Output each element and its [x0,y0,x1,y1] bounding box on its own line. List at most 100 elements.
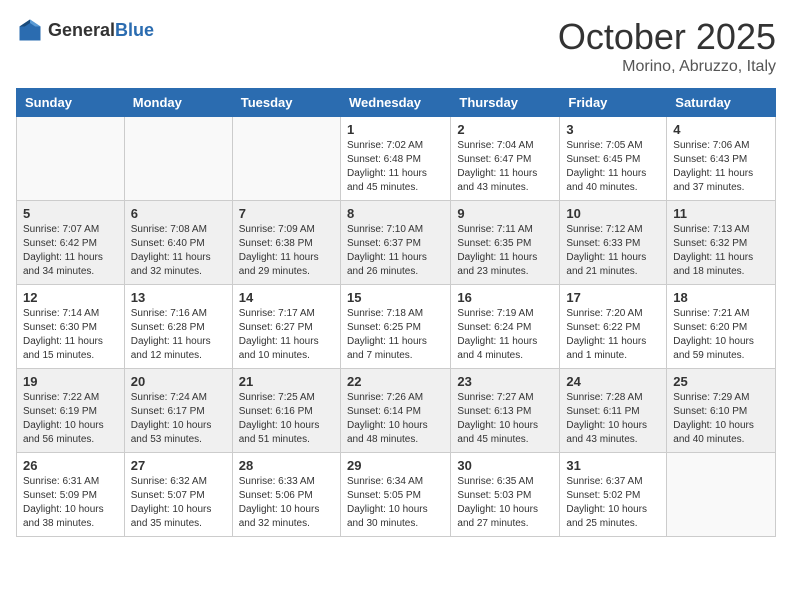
calendar-cell: 22 Sunrise: 7:26 AM Sunset: 6:14 PM Dayli… [340,369,450,453]
day-number: 22 [347,374,444,389]
calendar-cell: 4 Sunrise: 7:06 AM Sunset: 6:43 PM Daylig… [667,117,776,201]
calendar-cell: 7 Sunrise: 7:09 AM Sunset: 6:38 PM Daylig… [232,201,340,285]
day-number: 20 [131,374,226,389]
day-info: Sunrise: 6:31 AM Sunset: 5:09 PM Dayligh… [23,475,118,531]
day-info: Sunrise: 6:32 AM Sunset: 5:07 PM Dayligh… [131,475,226,531]
day-number: 10 [566,206,660,221]
day-info: Sunrise: 7:19 AM Sunset: 6:24 PM Dayligh… [457,307,553,363]
weekday-header: Tuesday [232,89,340,117]
calendar-cell: 19Sunrise: 7:22 AM Sunset: 6:19 PM Dayli… [17,369,125,453]
calendar-cell: 13Sunrise: 7:16 AM Sunset: 6:28 PM Dayli… [124,285,232,369]
weekday-header: Wednesday [340,89,450,117]
day-info: Sunrise: 7:20 AM Sunset: 6:22 PM Dayligh… [566,307,660,363]
calendar-cell: 28 Sunrise: 6:33 AM Sunset: 5:06 PM Dayli… [232,453,340,537]
calendar-cell: 29Sunrise: 6:34 AM Sunset: 5:05 PM Dayli… [340,453,450,537]
calendar-week-row: 5 Sunrise: 7:07 AM Sunset: 6:42 PM Daylig… [17,201,776,285]
day-info: Sunrise: 7:22 AM Sunset: 6:19 PM Dayligh… [23,391,118,447]
day-info: Sunrise: 6:37 AM Sunset: 5:02 PM Dayligh… [566,475,660,531]
calendar-cell: 2 Sunrise: 7:04 AM Sunset: 6:47 PM Daylig… [451,117,560,201]
weekday-header: Monday [124,89,232,117]
day-number: 17 [566,290,660,305]
day-number: 2 [457,122,553,137]
day-number: 31 [566,458,660,473]
calendar-week-row: 19Sunrise: 7:22 AM Sunset: 6:19 PM Dayli… [17,369,776,453]
calendar-cell: 3Sunrise: 7:05 AM Sunset: 6:45 PM Daylig… [560,117,667,201]
calendar-cell: 30 Sunrise: 6:35 AM Sunset: 5:03 PM Dayli… [451,453,560,537]
calendar-cell: 1 Sunrise: 7:02 AM Sunset: 6:48 PM Daylig… [340,117,450,201]
day-number: 4 [673,122,769,137]
day-number: 27 [131,458,226,473]
day-number: 18 [673,290,769,305]
day-number: 6 [131,206,226,221]
day-info: Sunrise: 7:04 AM Sunset: 6:47 PM Dayligh… [457,139,553,195]
day-info: Sunrise: 7:05 AM Sunset: 6:45 PM Dayligh… [566,139,660,195]
calendar-cell: 14Sunrise: 7:17 AM Sunset: 6:27 PM Dayli… [232,285,340,369]
day-info: Sunrise: 7:09 AM Sunset: 6:38 PM Dayligh… [239,223,334,279]
day-info: Sunrise: 7:24 AM Sunset: 6:17 PM Dayligh… [131,391,226,447]
day-number: 24 [566,374,660,389]
calendar-cell: 25 Sunrise: 7:29 AM Sunset: 6:10 PM Dayli… [667,369,776,453]
day-info: Sunrise: 7:17 AM Sunset: 6:27 PM Dayligh… [239,307,334,363]
weekday-header: Saturday [667,89,776,117]
day-info: Sunrise: 6:35 AM Sunset: 5:03 PM Dayligh… [457,475,553,531]
calendar-week-row: 26Sunrise: 6:31 AM Sunset: 5:09 PM Dayli… [17,453,776,537]
calendar-cell: 5 Sunrise: 7:07 AM Sunset: 6:42 PM Daylig… [17,201,125,285]
day-info: Sunrise: 7:08 AM Sunset: 6:40 PM Dayligh… [131,223,226,279]
calendar-cell [124,117,232,201]
day-info: Sunrise: 6:33 AM Sunset: 5:06 PM Dayligh… [239,475,334,531]
title-block: October 2025 Morino, Abruzzo, Italy [558,16,776,76]
day-number: 13 [131,290,226,305]
day-info: Sunrise: 7:11 AM Sunset: 6:35 PM Dayligh… [457,223,553,279]
day-number: 7 [239,206,334,221]
calendar-cell: 11 Sunrise: 7:13 AM Sunset: 6:32 PM Dayli… [667,201,776,285]
calendar-cell: 12Sunrise: 7:14 AM Sunset: 6:30 PM Dayli… [17,285,125,369]
calendar-cell: 17 Sunrise: 7:20 AM Sunset: 6:22 PM Dayli… [560,285,667,369]
day-info: Sunrise: 7:26 AM Sunset: 6:14 PM Dayligh… [347,391,444,447]
day-number: 25 [673,374,769,389]
day-info: Sunrise: 7:06 AM Sunset: 6:43 PM Dayligh… [673,139,769,195]
day-info: Sunrise: 7:02 AM Sunset: 6:48 PM Dayligh… [347,139,444,195]
logo-text: GeneralBlue [48,20,154,41]
calendar-week-row: 12Sunrise: 7:14 AM Sunset: 6:30 PM Dayli… [17,285,776,369]
logo: GeneralBlue [16,16,154,44]
calendar-table: SundayMondayTuesdayWednesdayThursdayFrid… [16,88,776,537]
calendar-cell [667,453,776,537]
day-info: Sunrise: 6:34 AM Sunset: 5:05 PM Dayligh… [347,475,444,531]
day-info: Sunrise: 7:21 AM Sunset: 6:20 PM Dayligh… [673,307,769,363]
weekday-header-row: SundayMondayTuesdayWednesdayThursdayFrid… [17,89,776,117]
day-number: 28 [239,458,334,473]
day-number: 23 [457,374,553,389]
day-info: Sunrise: 7:18 AM Sunset: 6:25 PM Dayligh… [347,307,444,363]
day-info: Sunrise: 7:12 AM Sunset: 6:33 PM Dayligh… [566,223,660,279]
day-number: 5 [23,206,118,221]
day-number: 15 [347,290,444,305]
day-info: Sunrise: 7:13 AM Sunset: 6:32 PM Dayligh… [673,223,769,279]
logo-blue: Blue [115,20,154,40]
calendar-cell: 23Sunrise: 7:27 AM Sunset: 6:13 PM Dayli… [451,369,560,453]
day-number: 21 [239,374,334,389]
day-number: 8 [347,206,444,221]
month-title: October 2025 [558,16,776,58]
day-number: 12 [23,290,118,305]
calendar-cell: 10 Sunrise: 7:12 AM Sunset: 6:33 PM Dayli… [560,201,667,285]
calendar-cell: 8 Sunrise: 7:10 AM Sunset: 6:37 PM Daylig… [340,201,450,285]
calendar-week-row: 1 Sunrise: 7:02 AM Sunset: 6:48 PM Daylig… [17,117,776,201]
day-info: Sunrise: 7:28 AM Sunset: 6:11 PM Dayligh… [566,391,660,447]
day-number: 30 [457,458,553,473]
day-number: 11 [673,206,769,221]
calendar-cell: 6 Sunrise: 7:08 AM Sunset: 6:40 PM Daylig… [124,201,232,285]
calendar-cell: 18 Sunrise: 7:21 AM Sunset: 6:20 PM Dayli… [667,285,776,369]
logo-general: General [48,20,115,40]
day-info: Sunrise: 7:07 AM Sunset: 6:42 PM Dayligh… [23,223,118,279]
day-info: Sunrise: 7:10 AM Sunset: 6:37 PM Dayligh… [347,223,444,279]
calendar-cell: 27 Sunrise: 6:32 AM Sunset: 5:07 PM Dayli… [124,453,232,537]
location-subtitle: Morino, Abruzzo, Italy [558,58,776,76]
logo-icon [16,16,44,44]
weekday-header: Sunday [17,89,125,117]
calendar-cell: 15 Sunrise: 7:18 AM Sunset: 6:25 PM Dayli… [340,285,450,369]
day-number: 1 [347,122,444,137]
day-info: Sunrise: 7:25 AM Sunset: 6:16 PM Dayligh… [239,391,334,447]
calendar-cell: 21 Sunrise: 7:25 AM Sunset: 6:16 PM Dayli… [232,369,340,453]
day-info: Sunrise: 7:29 AM Sunset: 6:10 PM Dayligh… [673,391,769,447]
calendar-cell [17,117,125,201]
